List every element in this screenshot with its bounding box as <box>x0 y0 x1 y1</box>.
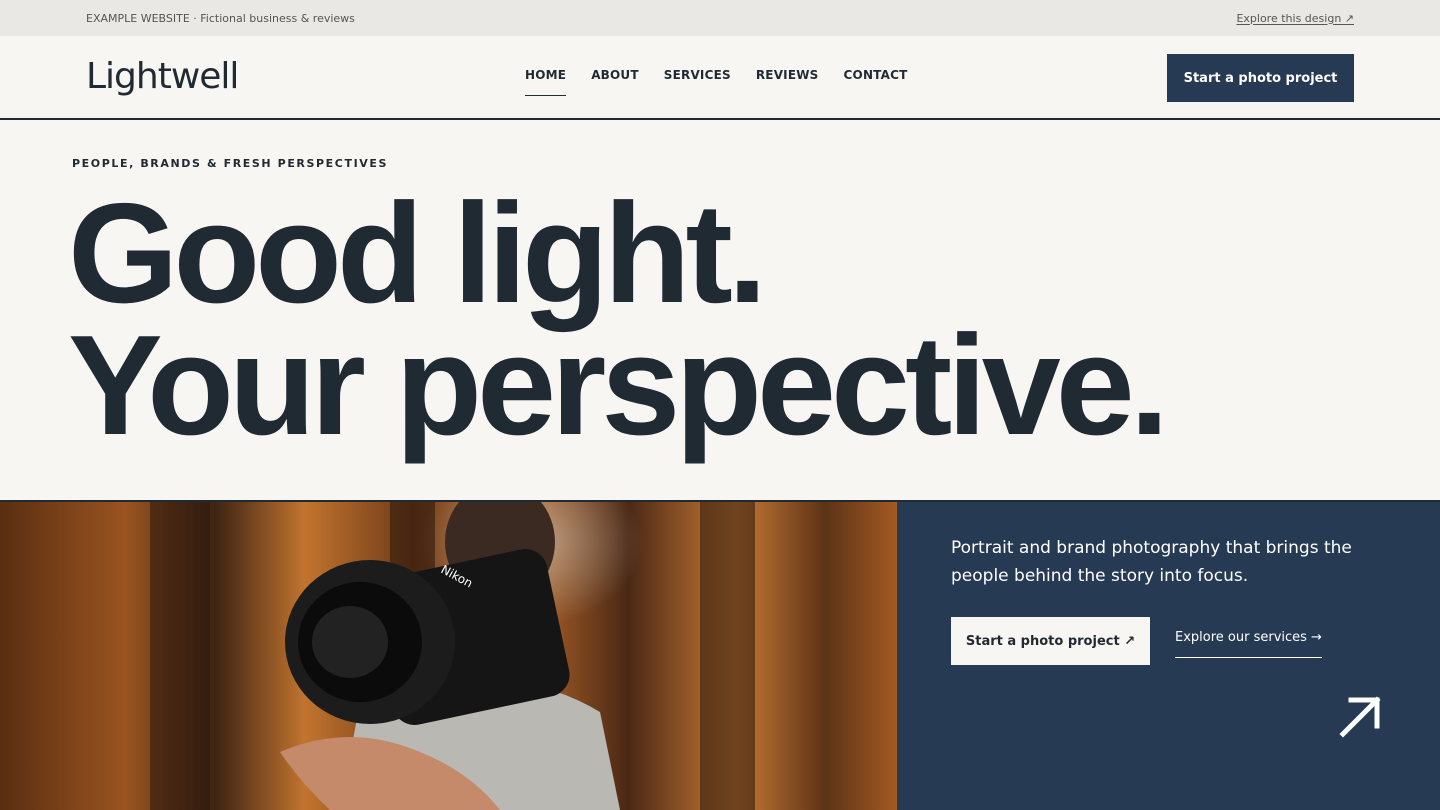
nav-about[interactable]: ABOUT <box>591 68 639 96</box>
intro-lead: Portrait and brand photography that brin… <box>951 538 1352 586</box>
explore-services-link[interactable]: Explore our services → <box>1175 630 1322 658</box>
logo[interactable]: Lightwell <box>86 56 239 97</box>
explore-design-link[interactable]: Explore this design ↗ <box>1236 12 1354 25</box>
hero-eyebrow: PEOPLE, BRANDS & FRESH PERSPECTIVES <box>72 157 389 170</box>
nav-contact[interactable]: CONTACT <box>844 68 908 96</box>
nav-home[interactable]: HOME <box>525 68 567 96</box>
site-header: Lightwell HOME ABOUT SERVICES REVIEWS CO… <box>0 36 1440 120</box>
camera-illustration: Nikon <box>280 502 620 810</box>
start-project-button[interactable]: Start a photo project <box>1167 54 1354 102</box>
headline-line-2: Your perspective. <box>68 306 1169 465</box>
top-notice-bar: EXAMPLE WEBSITE · Fictional business & r… <box>0 0 1440 36</box>
intro-panel: Portrait and brand photography that brin… <box>897 502 1440 810</box>
example-notice: EXAMPLE WEBSITE · Fictional business & r… <box>86 11 355 25</box>
hero-photo: Nikon <box>0 502 897 810</box>
headline-line-1: Good light. <box>68 174 767 333</box>
nav-reviews[interactable]: REVIEWS <box>756 68 819 96</box>
main-nav: HOME ABOUT SERVICES REVIEWS CONTACT <box>525 68 908 96</box>
start-project-cta[interactable]: Start a photo project ↗ <box>951 617 1150 665</box>
arrow-up-right-icon[interactable] <box>1337 692 1385 740</box>
hero-headline: Good light. Your perspective. <box>68 174 1368 465</box>
nav-services[interactable]: SERVICES <box>664 68 731 96</box>
